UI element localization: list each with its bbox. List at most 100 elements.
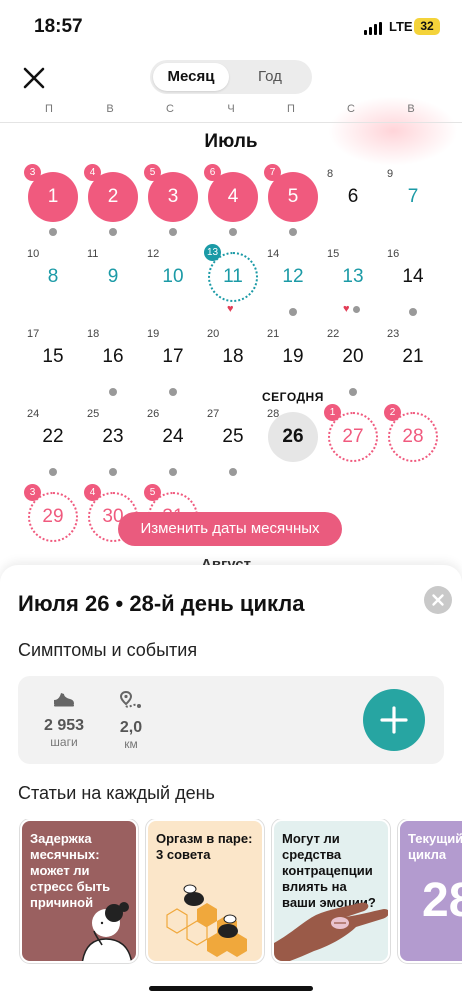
cycle-day-number: 22 (327, 328, 340, 340)
cycle-day-badge: 2 (384, 404, 401, 421)
cycle-day-number: 27 (207, 408, 220, 420)
cycle-day-badge: 5 (144, 484, 161, 501)
calendar-day[interactable]: 24 26 (145, 408, 201, 476)
calendar-day[interactable]: 24 (84, 164, 141, 236)
home-indicator (149, 986, 313, 991)
weekday-label: С (166, 103, 174, 115)
close-button[interactable] (20, 64, 48, 92)
add-symptom-button[interactable] (363, 689, 425, 751)
article-title: Оргазм в паре: 3 совета (156, 831, 253, 862)
log-dot-icon (229, 228, 237, 236)
cycle-day-number: 18 (87, 328, 100, 340)
cycle-day-number: 11 (87, 248, 99, 260)
cycle-day-badge: 13 (204, 244, 221, 261)
log-dot-icon (229, 468, 237, 476)
calendar-day[interactable]: 57 (264, 164, 321, 236)
hand-with-pill-illustration (274, 902, 388, 961)
heart-icon: ♥ (227, 303, 234, 315)
calendar-day[interactable]: 13 (24, 164, 81, 236)
heart-icon: ♥ (343, 303, 350, 315)
calendar-day[interactable]: 8 10 (25, 248, 81, 310)
cycle-day-number: 24 (27, 408, 40, 420)
woman-illustration (81, 902, 133, 961)
calendar-day[interactable]: 19 21 (265, 328, 321, 390)
signal-icon (364, 22, 382, 35)
close-icon (23, 67, 45, 89)
calendar-day[interactable]: 13 15 ♥ (325, 248, 381, 315)
cycle-day-badge: 3 (24, 164, 41, 181)
cycle-day-badge: 5 (144, 164, 161, 181)
cycle-day-number: 20 (207, 328, 220, 340)
day-number: 7 (407, 186, 419, 207)
steps-stat: 2 953 шаги (36, 690, 92, 749)
honeycomb-bees-illustration (166, 884, 247, 957)
article-card[interactable]: Текущий день цикла 28 (398, 819, 462, 963)
cycle-day-number: 12 (147, 248, 160, 260)
cycle-day-number: 19 (147, 328, 160, 340)
log-dot-icon (169, 468, 177, 476)
article-title: Текущий день цикла (408, 831, 462, 862)
close-icon (432, 594, 444, 606)
month-title: Июль (204, 131, 258, 152)
calendar-day[interactable]: 22 24 (25, 408, 81, 476)
calendar-day[interactable]: 14 16 (385, 248, 441, 316)
cycle-day-badge: 4 (84, 484, 101, 501)
weekday-label: В (106, 103, 114, 115)
calendar-day[interactable]: 11 13 ♥ (204, 244, 261, 315)
cycle-day-number: 28 (267, 408, 280, 420)
calendar-day[interactable]: 9 11 (85, 248, 141, 310)
sheet-close-button[interactable] (424, 586, 452, 614)
log-dot-icon (289, 308, 297, 316)
route-pin-icon (119, 690, 141, 708)
articles-carousel: Задержка месячных: может ли стресс быть … (18, 819, 462, 965)
cycle-day-badge: 7 (264, 164, 281, 181)
plus-icon (380, 706, 408, 734)
sneaker-icon (54, 693, 74, 707)
calendar-day[interactable]: 79 (385, 168, 441, 230)
change-period-dates-button[interactable]: Изменить даты месячных (118, 512, 342, 546)
calendar-day[interactable]: 12 14 (265, 248, 321, 316)
cycle-day-number: 21 (267, 328, 280, 340)
calendar-day[interactable]: 10 12 (145, 248, 201, 310)
log-dot-icon (409, 308, 417, 316)
weekday-label: В (407, 103, 415, 115)
article-card[interactable]: Задержка месячных: может ли стресс быть … (20, 819, 138, 963)
top-bar: Месяц Год (0, 56, 462, 166)
cycle-day-badge: 1 (324, 404, 341, 421)
calendar-day[interactable]: 35 (144, 164, 201, 236)
cycle-day-number: 26 (147, 408, 160, 420)
article-title: Задержка месячных: может ли стресс быть … (30, 831, 111, 910)
calendar-day[interactable]: 26 28 (265, 408, 321, 470)
log-dot-icon (353, 306, 360, 313)
calendar-day[interactable]: 16 18 (85, 328, 141, 396)
article-cycle-day-number: 28 (422, 874, 462, 927)
distance-label: км (124, 737, 138, 751)
segment-year[interactable]: Год (232, 63, 308, 91)
cycle-day-number: 8 (327, 168, 334, 180)
calendar-day[interactable]: 21 23 (385, 328, 441, 390)
cycle-day-number: 10 (27, 248, 40, 260)
article-card[interactable]: Могут ли средства контрацепции влиять на… (272, 819, 390, 963)
calendar-day[interactable]: 27 1 (324, 404, 381, 470)
articles-section-title: Статьи на каждый день (18, 783, 215, 803)
article-card[interactable]: Оргазм в паре: 3 совета (146, 819, 264, 963)
calendar-day[interactable]: 17 19 (145, 328, 201, 396)
calendar-day[interactable]: 18 20 (205, 328, 261, 390)
calendar-day[interactable]: 15 17 (25, 328, 81, 390)
calendar-day[interactable]: 23 25 (85, 408, 141, 476)
calendar-day[interactable]: 46 (204, 164, 261, 236)
segment-month[interactable]: Месяц (153, 63, 229, 91)
calendar-day[interactable]: 25 27 (205, 408, 261, 476)
calendar-day[interactable]: 29 3 (24, 484, 81, 550)
view-segmented-control: Месяц Год (150, 60, 312, 94)
calendar-day[interactable]: 28 2 (384, 404, 441, 470)
weekday-header: П В С Ч П С В (0, 103, 462, 123)
steps-value: 2 953 (43, 717, 85, 734)
symptoms-card: 2 953 шаги 2,0 км (18, 676, 444, 764)
day-number: 6 (347, 186, 359, 207)
cycle-day-number: 25 (87, 408, 100, 420)
cycle-day-number: 23 (387, 328, 400, 340)
calendar-day[interactable]: 68 (325, 168, 381, 230)
calendar-day[interactable]: 20 22 (325, 328, 381, 396)
cycle-day-number: 16 (387, 248, 400, 260)
